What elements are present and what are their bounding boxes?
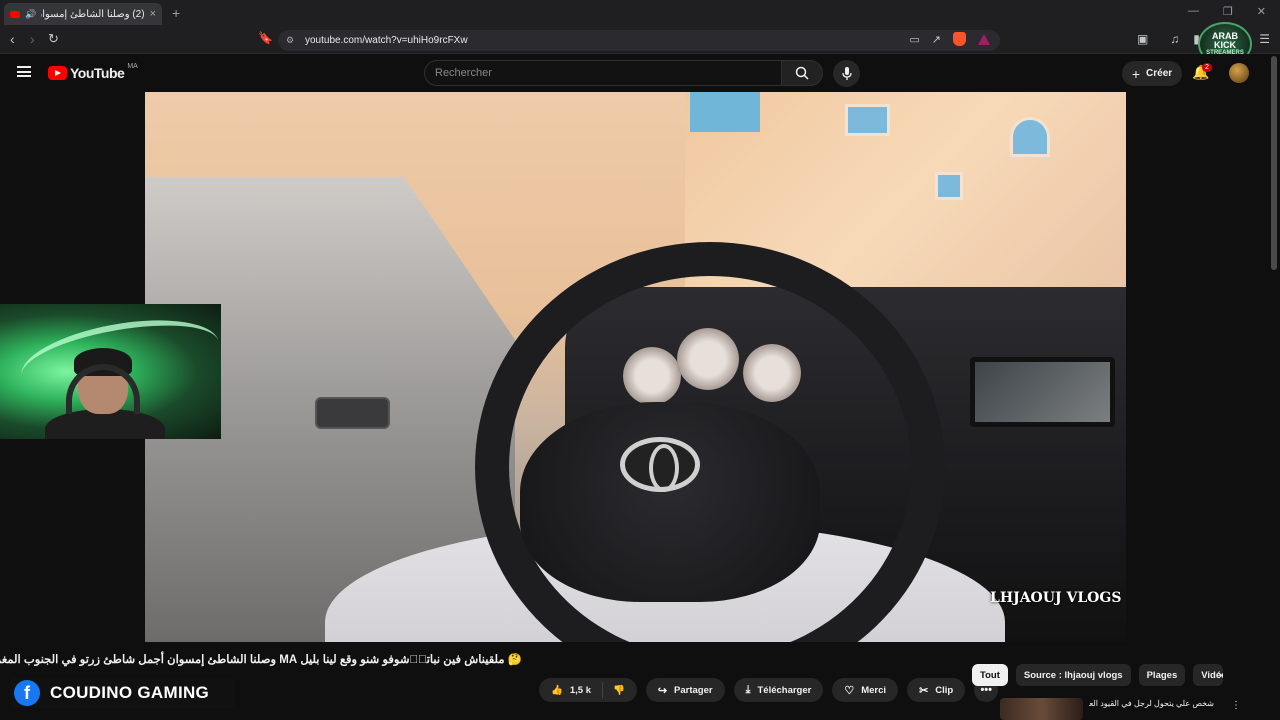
video-building-window	[935, 172, 963, 200]
new-tab-button[interactable]: +	[172, 5, 180, 21]
share-page-icon[interactable]: ↗	[932, 33, 941, 46]
chip-beaches[interactable]: Plages	[1138, 664, 1186, 686]
notification-badge: 2	[1202, 63, 1212, 72]
share-button[interactable]: ↪ Partager	[645, 678, 725, 702]
scissors-icon: ✂	[919, 684, 929, 697]
streamer-name-overlay: f COUDINO GAMING	[10, 678, 235, 708]
tab-title: (2) وصلنا الشاطئ إمسوان أجم...	[41, 8, 145, 20]
download-icon: ⤓	[745, 683, 751, 696]
video-actions: 👍 1,5 k 👎 ↪ Partager ⤓ Télécharger ♡ Mer…	[539, 678, 999, 702]
like-count: 1,5 k	[569, 684, 591, 696]
recommended-video[interactable]: شخص علي يتحول لرجل في القيود العالية...	[1000, 698, 1240, 720]
webcam-overlay	[0, 304, 221, 439]
video-title: 🤔 ملقيناش فين نباتو🏻شوفو شنو وقع لينا بل…	[0, 654, 522, 666]
browser-menu-icon[interactable]: ☰	[1259, 32, 1270, 46]
media-icon[interactable]: ♫	[1170, 32, 1179, 46]
video-building-window	[1010, 117, 1050, 157]
kebab-menu-icon[interactable]: ⋮	[1231, 700, 1241, 711]
brave-rewards-icon[interactable]	[978, 33, 990, 45]
chip-all[interactable]: Tout	[972, 664, 1008, 686]
download-button[interactable]: ⤓ Télécharger	[733, 678, 824, 702]
microphone-icon	[841, 66, 852, 80]
page-scrollbar[interactable]	[1271, 56, 1277, 270]
youtube-logo[interactable]: YouTube MA	[48, 62, 138, 81]
recommended-title[interactable]: شخص علي يتحول لرجل في القيود العالية...	[1089, 698, 1214, 709]
extensions-icon[interactable]: ▣	[1137, 32, 1148, 46]
tab-close-icon[interactable]: ×	[150, 8, 156, 20]
logo-line1: ARAB KICK	[1212, 31, 1238, 50]
streamer-name: COUDINO GAMING	[50, 683, 210, 702]
chevron-right-icon[interactable]: ›	[1218, 667, 1222, 682]
video-door-handle	[315, 397, 390, 429]
reload-icon[interactable]: ↻	[48, 31, 59, 47]
brave-shields-icon[interactable]	[953, 32, 966, 46]
voice-search-button[interactable]	[833, 60, 860, 87]
video-sky	[690, 92, 760, 132]
back-arrow-icon[interactable]: ‹	[10, 31, 15, 47]
address-bar-icons: ▭ ↗	[909, 32, 990, 46]
thumbs-down-icon: 👎	[612, 684, 625, 696]
bookmark-icon[interactable]: 🔖	[258, 31, 273, 45]
site-settings-icon[interactable]: ⚙	[286, 35, 294, 46]
close-window-button[interactable]: ✕	[1257, 5, 1266, 18]
browser-tab[interactable]: 🔊 (2) وصلنا الشاطئ إمسوان أجم... ×	[4, 3, 162, 25]
maximize-button[interactable]: ❐	[1223, 5, 1233, 18]
cast-icon[interactable]: ▭	[909, 33, 919, 46]
forward-arrow-icon[interactable]: ›	[30, 31, 35, 47]
clip-button[interactable]: ✂ Clip	[907, 678, 966, 702]
facebook-icon: f	[14, 680, 40, 706]
create-label: Créer	[1146, 68, 1173, 79]
download-label: Télécharger	[757, 684, 812, 696]
youtube-wordmark: YouTube	[70, 65, 125, 81]
address-bar[interactable]: ⚙ youtube.com/watch?v=uhiHo9rcFXw ▭ ↗	[278, 30, 1000, 51]
hamburger-menu-icon[interactable]	[17, 66, 31, 77]
account-avatar[interactable]	[1229, 63, 1249, 83]
browser-toolbar: ‹ › ↻ 🔖 ⚙ youtube.com/watch?v=uhiHo9rcFX…	[0, 27, 1280, 54]
clip-label: Clip	[935, 684, 954, 696]
youtube-favicon-icon	[10, 10, 20, 18]
search-input[interactable]: Rechercher	[424, 60, 782, 86]
thanks-label: Merci	[861, 684, 887, 696]
plus-icon: +	[1131, 65, 1141, 82]
recommendation-chips: Tout Source : lhjaouj vlogs Plages Vidéo	[972, 664, 1224, 686]
thumbs-up-icon: 👍	[551, 684, 563, 696]
like-button[interactable]: 👍 1,5 k	[539, 682, 603, 698]
country-code: MA	[127, 62, 138, 70]
youtube-play-icon	[48, 66, 67, 80]
search-button[interactable]	[781, 60, 823, 86]
minimize-button[interactable]: —	[1188, 5, 1199, 18]
video-infotainment-screen	[970, 357, 1115, 427]
video-watermark: LHJAOUJ VLOGS	[990, 590, 1122, 606]
thanks-icon: ♡	[844, 684, 855, 697]
create-button[interactable]: + Créer	[1122, 61, 1182, 86]
like-dislike-group: 👍 1,5 k 👎	[539, 678, 637, 702]
url-text: youtube.com/watch?v=uhiHo9rcFXw	[305, 35, 468, 46]
share-icon: ↪	[657, 684, 668, 697]
recommended-thumbnail[interactable]	[1000, 698, 1083, 720]
speaker-icon[interactable]: 🔊	[25, 9, 36, 20]
browser-tab-bar: 🔊 (2) وصلنا الشاطئ إمسوان أجم... × + — ❐…	[0, 0, 1280, 27]
dislike-button[interactable]: 👎	[603, 685, 637, 696]
video-car-emblem	[620, 437, 700, 492]
video-wheel-hub	[520, 402, 820, 602]
window-controls: — ❐ ✕	[1188, 5, 1266, 18]
youtube-header: YouTube MA Rechercher + Créer 🔔 2	[0, 54, 1280, 92]
share-label: Partager	[674, 684, 713, 696]
chip-source[interactable]: Source : lhjaouj vlogs	[1015, 664, 1131, 686]
video-player[interactable]: LHJAOUJ VLOGS	[145, 92, 1126, 642]
search-icon	[795, 66, 809, 80]
thanks-button[interactable]: ♡ Merci	[832, 678, 899, 702]
video-building-window	[845, 104, 890, 136]
